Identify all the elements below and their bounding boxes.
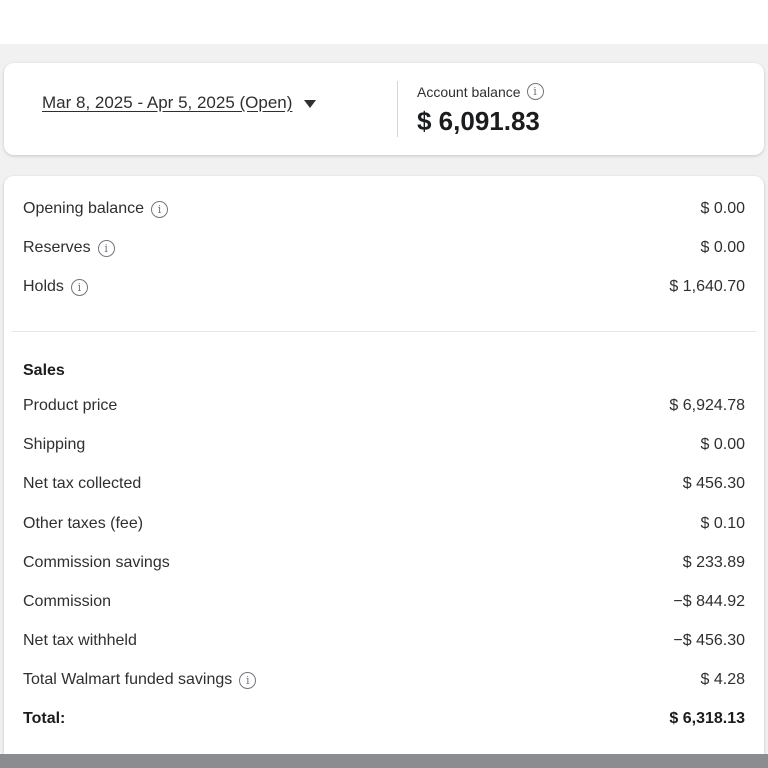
- sales-row-commission: Commission −$ 844.92: [23, 591, 745, 613]
- row-label: Shipping: [23, 436, 86, 453]
- summary-row-opening-balance: Opening balance i $ 0.00: [23, 198, 745, 220]
- sales-total-row: Total: $ 6,318.13: [23, 708, 745, 730]
- row-value: $ 6,924.78: [669, 397, 745, 414]
- summary-row-reserves: Reserves i $ 0.00: [23, 237, 745, 259]
- info-icon[interactable]: i: [97, 239, 115, 257]
- row-value: $ 0.00: [700, 200, 745, 217]
- summary-row-holds: Holds i $ 1,640.70: [23, 276, 745, 298]
- account-balance-value: $ 6,091.83: [417, 106, 540, 136]
- info-icon[interactable]: i: [239, 671, 257, 689]
- row-value: $ 456.30: [682, 475, 745, 492]
- page: Mar 8, 2025 - Apr 5, 2025 (Open) Account…: [0, 0, 768, 768]
- row-label: Product price: [23, 397, 118, 414]
- top-margin: [0, 0, 768, 44]
- header-divider: [397, 81, 398, 137]
- row-value: $ 4.28: [700, 671, 745, 688]
- total-value: $ 6,318.13: [669, 710, 745, 727]
- row-value: $ 0.10: [700, 515, 745, 532]
- sales-row-shipping: Shipping $ 0.00: [23, 434, 745, 456]
- row-label: Reserves: [23, 239, 91, 256]
- sales-row-commission-savings: Commission savings $ 233.89: [23, 552, 745, 574]
- info-icon[interactable]: i: [70, 278, 88, 296]
- row-value: −$ 456.30: [673, 632, 745, 649]
- row-label: Holds: [23, 278, 64, 295]
- sales-row-other-taxes: Other taxes (fee) $ 0.10: [23, 513, 745, 535]
- row-label: Total Walmart funded savings: [23, 671, 233, 688]
- row-value: $ 1,640.70: [669, 278, 745, 295]
- bottom-scroll-bar: [0, 754, 768, 768]
- account-balance: Account balance i $ 6,091.83: [417, 83, 544, 137]
- row-value: $ 0.00: [700, 436, 745, 453]
- row-label: Commission savings: [23, 554, 170, 571]
- period-label[interactable]: Mar 8, 2025 - Apr 5, 2025 (Open): [42, 93, 292, 113]
- row-label: Net tax collected: [23, 475, 142, 492]
- period-header-card: Mar 8, 2025 - Apr 5, 2025 (Open) Account…: [4, 63, 764, 155]
- sales-row-walmart-funded-savings: Total Walmart funded savings i $ 4.28: [23, 669, 745, 691]
- row-value: −$ 844.92: [673, 593, 745, 610]
- caret-down-icon[interactable]: [304, 99, 317, 108]
- row-label: Net tax withheld: [23, 632, 137, 649]
- statement-details-card: Opening balance i $ 0.00 Reserves i $ 0.…: [4, 176, 764, 768]
- row-label: Opening balance: [23, 200, 144, 217]
- sales-row-product-price: Product price $ 6,924.78: [23, 395, 745, 417]
- period-selector[interactable]: Mar 8, 2025 - Apr 5, 2025 (Open): [42, 93, 317, 113]
- row-value: $ 233.89: [682, 554, 745, 571]
- sales-section-title: Sales: [23, 362, 65, 379]
- row-value: $ 0.00: [700, 239, 745, 256]
- row-label: Commission: [23, 593, 112, 610]
- row-label: Other taxes (fee): [23, 515, 144, 532]
- sales-row-net-tax-collected: Net tax collected $ 456.30: [23, 473, 745, 495]
- account-balance-label: Account balance: [417, 83, 521, 100]
- total-label: Total:: [23, 710, 66, 727]
- info-icon[interactable]: i: [150, 200, 168, 218]
- info-icon[interactable]: i: [526, 83, 544, 100]
- sales-row-net-tax-withheld: Net tax withheld −$ 456.30: [23, 630, 745, 652]
- section-divider: [12, 331, 756, 332]
